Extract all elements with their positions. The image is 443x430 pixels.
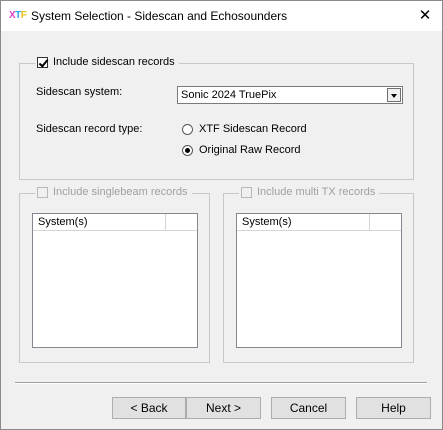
sidescan-system-dropdown[interactable]: Sonic 2024 TruePix bbox=[177, 86, 403, 104]
list-header: System(s) bbox=[33, 214, 197, 231]
include-singlebeam-checkbox[interactable]: Include singlebeam records bbox=[35, 186, 192, 198]
multitx-systems-list[interactable]: System(s) bbox=[236, 213, 402, 348]
checkbox-unchecked-icon bbox=[37, 186, 48, 198]
sidescan-record-type-label: Sidescan record type: bbox=[36, 123, 143, 135]
column-header-empty[interactable] bbox=[370, 214, 401, 230]
radio-xtf-sidescan-record[interactable]: XTF Sidescan Record bbox=[182, 123, 307, 135]
include-multitx-label: Include multi TX records bbox=[257, 186, 376, 198]
xtf-app-icon: XTF bbox=[9, 10, 27, 21]
include-sidescan-checkbox[interactable]: Include sidescan records bbox=[35, 56, 179, 68]
radio-original-raw-label: Original Raw Record bbox=[199, 144, 301, 156]
radio-selected-icon bbox=[182, 144, 193, 156]
dialog-client-area: Include sidescan records Sidescan system… bbox=[1, 31, 442, 429]
button-separator bbox=[15, 382, 427, 384]
close-icon: ✕ bbox=[418, 7, 432, 24]
dialog-window: XTF System Selection - Sidescan and Echo… bbox=[0, 0, 443, 430]
radio-original-raw-record[interactable]: Original Raw Record bbox=[182, 144, 300, 156]
close-button[interactable]: ✕ bbox=[408, 1, 442, 31]
chevron-down-icon[interactable] bbox=[387, 88, 401, 102]
checkbox-unchecked-icon bbox=[241, 186, 252, 198]
list-header: System(s) bbox=[237, 214, 401, 231]
sidescan-system-label: Sidescan system: bbox=[36, 86, 123, 98]
column-header-systems[interactable]: System(s) bbox=[33, 214, 166, 230]
include-multitx-checkbox[interactable]: Include multi TX records bbox=[239, 186, 380, 198]
back-button[interactable]: < Back bbox=[112, 397, 186, 419]
help-button[interactable]: Help bbox=[356, 397, 431, 419]
cancel-button[interactable]: Cancel bbox=[271, 397, 346, 419]
checkbox-checked-icon bbox=[37, 56, 48, 68]
include-singlebeam-label: Include singlebeam records bbox=[53, 186, 188, 198]
window-title: System Selection - Sidescan and Echosoun… bbox=[31, 9, 288, 23]
sidescan-system-value: Sonic 2024 TruePix bbox=[181, 89, 277, 101]
title-bar: XTF System Selection - Sidescan and Echo… bbox=[1, 1, 442, 31]
singlebeam-systems-list[interactable]: System(s) bbox=[32, 213, 198, 348]
column-header-empty[interactable] bbox=[166, 214, 197, 230]
radio-unselected-icon bbox=[182, 123, 193, 135]
column-header-systems[interactable]: System(s) bbox=[237, 214, 370, 230]
include-sidescan-label: Include sidescan records bbox=[53, 56, 175, 68]
sidescan-groupbox bbox=[19, 63, 414, 180]
next-button[interactable]: Next > bbox=[186, 397, 261, 419]
radio-xtf-sidescan-label: XTF Sidescan Record bbox=[199, 123, 307, 135]
